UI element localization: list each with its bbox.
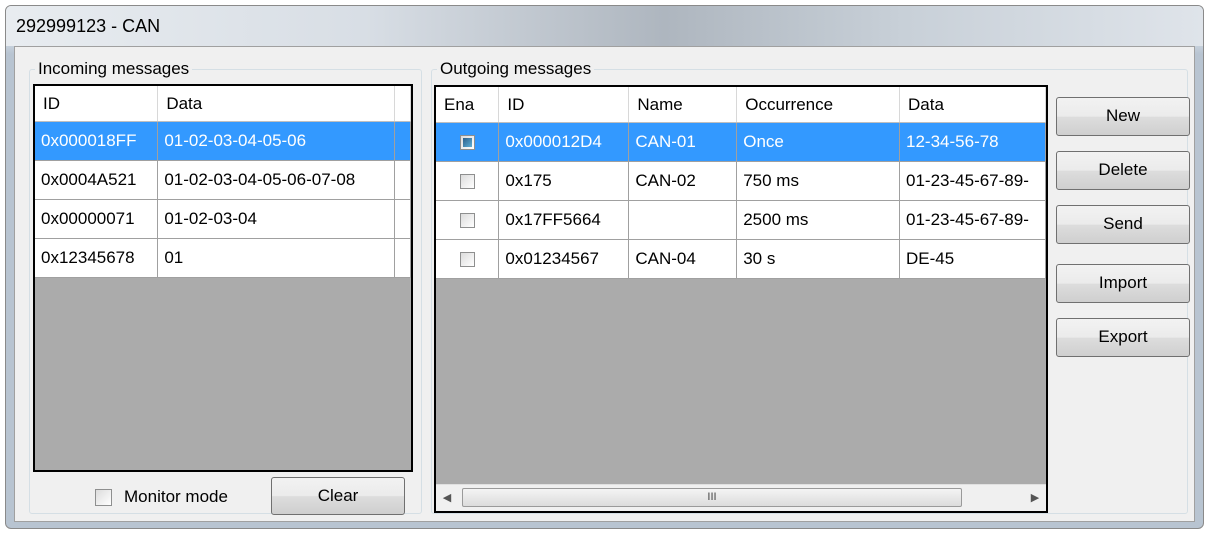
incoming-row[interactable]: 0x000018FF 01-02-03-04-05-06 bbox=[35, 121, 411, 161]
outgoing-row[interactable]: 0x17FF5664 2500 ms 01-23-45-67-89- bbox=[436, 200, 1046, 240]
outgoing-cell-occurrence[interactable]: Once bbox=[736, 122, 901, 162]
scroll-thumb-grip: III bbox=[707, 491, 717, 503]
outgoing-column-ena[interactable]: Ena bbox=[436, 87, 500, 123]
incoming-cell-data[interactable]: 01-02-03-04 bbox=[157, 199, 396, 239]
incoming-cell-id[interactable]: 0x0004A521 bbox=[35, 160, 159, 200]
incoming-cell-filler bbox=[394, 160, 411, 200]
outgoing-cell-name[interactable]: CAN-04 bbox=[628, 239, 738, 279]
incoming-cell-filler bbox=[394, 199, 411, 239]
export-button[interactable]: Export bbox=[1056, 318, 1190, 357]
outgoing-cell-occurrence[interactable]: 750 ms bbox=[736, 161, 901, 201]
send-button[interactable]: Send bbox=[1056, 205, 1190, 244]
outgoing-messages-grid[interactable]: Ena ID Name Occurrence Data 0x000012D4 CA… bbox=[434, 85, 1048, 513]
incoming-cell-id[interactable]: 0x12345678 bbox=[35, 238, 159, 278]
incoming-cell-data[interactable]: 01 bbox=[157, 238, 396, 278]
incoming-row[interactable]: 0x00000071 01-02-03-04 bbox=[35, 199, 411, 239]
outgoing-cell-data[interactable]: DE-45 bbox=[899, 239, 1046, 279]
clear-button[interactable]: Clear bbox=[271, 477, 405, 515]
incoming-column-id[interactable]: ID bbox=[35, 86, 159, 122]
outgoing-row[interactable]: 0x000012D4 CAN-01 Once 12-34-56-78 bbox=[436, 122, 1046, 162]
incoming-messages-legend: Incoming messages bbox=[38, 59, 190, 78]
monitor-mode-checkbox[interactable]: Monitor mode bbox=[95, 487, 228, 507]
monitor-mode-label: Monitor mode bbox=[124, 487, 228, 506]
outgoing-row[interactable]: 0x175 CAN-02 750 ms 01-23-45-67-89- bbox=[436, 161, 1046, 201]
outgoing-cell-id[interactable]: 0x000012D4 bbox=[498, 122, 630, 162]
outgoing-cell-name[interactable] bbox=[628, 200, 738, 240]
outgoing-cell-id[interactable]: 0x17FF5664 bbox=[498, 200, 630, 240]
enable-checkbox[interactable] bbox=[459, 174, 475, 190]
outgoing-cell-data[interactable]: 01-23-45-67-89- bbox=[899, 161, 1046, 201]
enable-checkbox[interactable] bbox=[459, 135, 475, 151]
outgoing-column-occurrence[interactable]: Occurrence bbox=[736, 87, 901, 123]
outgoing-cell-data[interactable]: 01-23-45-67-89- bbox=[899, 200, 1046, 240]
incoming-cell-data[interactable]: 01-02-03-04-05-06-07-08 bbox=[157, 160, 396, 200]
incoming-header-row: ID Data bbox=[35, 86, 411, 122]
incoming-messages-grid[interactable]: ID Data 0x000018FF 01-02-03-04-05-06 0x000… bbox=[33, 84, 413, 472]
window-title: 292999123 - CAN bbox=[16, 16, 161, 36]
outgoing-header-row: Ena ID Name Occurrence Data bbox=[436, 87, 1046, 123]
delete-button[interactable]: Delete bbox=[1056, 151, 1190, 190]
outgoing-cell-name[interactable]: CAN-02 bbox=[628, 161, 738, 201]
outgoing-cell-occurrence[interactable]: 30 s bbox=[736, 239, 901, 279]
new-button[interactable]: New bbox=[1056, 97, 1190, 136]
incoming-row[interactable]: 0x0004A521 01-02-03-04-05-06-07-08 bbox=[35, 160, 411, 200]
outgoing-cell-name[interactable]: CAN-01 bbox=[628, 122, 738, 162]
scroll-thumb[interactable]: III bbox=[462, 488, 962, 507]
outgoing-column-id[interactable]: ID bbox=[498, 87, 630, 123]
outgoing-cell-id[interactable]: 0x01234567 bbox=[498, 239, 630, 279]
outgoing-messages-table: Ena ID Name Occurrence Data 0x000012D4 CA… bbox=[436, 87, 1046, 279]
scroll-right-icon[interactable]: ▶ bbox=[1030, 491, 1040, 505]
enable-checkbox[interactable] bbox=[459, 252, 475, 268]
can-window: 292999123 - CAN Incoming messages ID Dat… bbox=[5, 5, 1204, 529]
outgoing-cell-ena[interactable] bbox=[436, 200, 500, 240]
title-bar[interactable]: 292999123 - CAN bbox=[6, 6, 1203, 46]
horizontal-scrollbar[interactable]: ◀ III ▶ bbox=[436, 484, 1046, 511]
enable-checkbox[interactable] bbox=[459, 213, 475, 229]
outgoing-cell-data[interactable]: 12-34-56-78 bbox=[899, 122, 1046, 162]
monitor-mode-box[interactable] bbox=[95, 488, 112, 506]
incoming-row[interactable]: 0x12345678 01 bbox=[35, 238, 411, 278]
incoming-cell-filler bbox=[394, 238, 411, 278]
incoming-cell-data[interactable]: 01-02-03-04-05-06 bbox=[157, 121, 396, 161]
incoming-cell-id[interactable]: 0x000018FF bbox=[35, 121, 159, 161]
incoming-column-filler bbox=[394, 86, 411, 122]
outgoing-cell-ena[interactable] bbox=[436, 122, 500, 162]
incoming-column-data[interactable]: Data bbox=[157, 86, 396, 122]
import-button[interactable]: Import bbox=[1056, 264, 1190, 303]
outgoing-column-name[interactable]: Name bbox=[628, 87, 738, 123]
outgoing-cell-ena[interactable] bbox=[436, 161, 500, 201]
outgoing-cell-id[interactable]: 0x175 bbox=[498, 161, 630, 201]
scroll-left-icon[interactable]: ◀ bbox=[442, 491, 452, 505]
outgoing-cell-occurrence[interactable]: 2500 ms bbox=[736, 200, 901, 240]
incoming-cell-filler bbox=[394, 121, 411, 161]
incoming-cell-id[interactable]: 0x00000071 bbox=[35, 199, 159, 239]
client-area: Incoming messages ID Data 0x000018FF 01-0… bbox=[14, 46, 1195, 522]
incoming-messages-table: ID Data 0x000018FF 01-02-03-04-05-06 0x000… bbox=[35, 86, 411, 278]
outgoing-row[interactable]: 0x01234567 CAN-04 30 s DE-45 bbox=[436, 239, 1046, 279]
outgoing-cell-ena[interactable] bbox=[436, 239, 500, 279]
outgoing-column-data[interactable]: Data bbox=[899, 87, 1046, 123]
outgoing-messages-legend: Outgoing messages bbox=[440, 59, 592, 78]
